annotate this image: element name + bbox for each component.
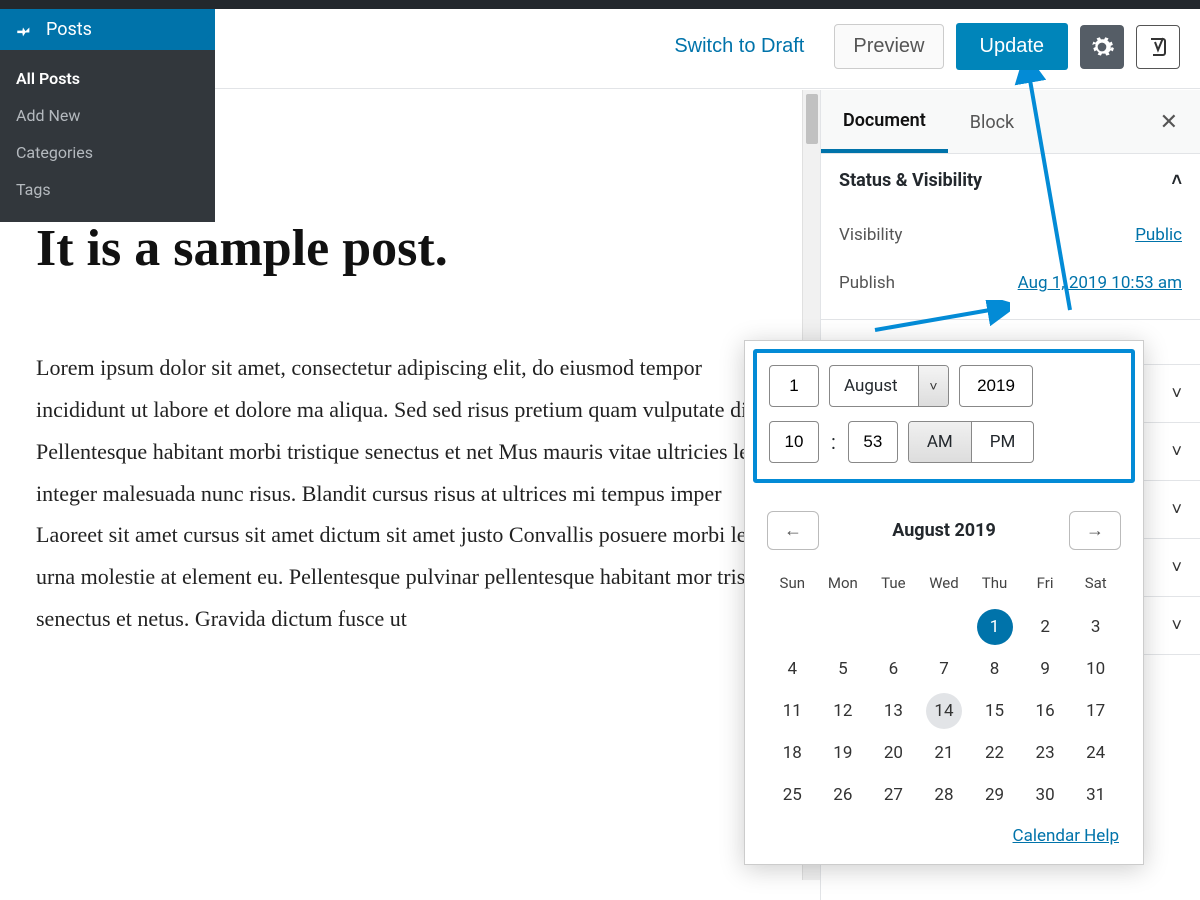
calendar-day[interactable]: 14 [926, 693, 962, 729]
sidebar-section-label: Posts [46, 19, 92, 40]
calendar-day[interactable]: 9 [1027, 651, 1063, 687]
year-input[interactable] [959, 365, 1033, 407]
calendar: ← August 2019 → SunMonTueWedThuFriSat 12… [745, 491, 1143, 850]
calendar-day[interactable]: 25 [774, 777, 810, 813]
chevron-down-icon: ˅ [1171, 557, 1182, 578]
calendar-day[interactable]: 7 [926, 651, 962, 687]
visibility-value-link[interactable]: Public [1135, 225, 1182, 245]
calendar-day[interactable]: 6 [875, 651, 911, 687]
calendar-dow: Sun [767, 566, 818, 606]
chevron-down-icon: ˅ [1171, 499, 1182, 520]
prev-month-button[interactable]: ← [767, 511, 819, 550]
sidebar-section-posts[interactable]: Posts [0, 9, 215, 50]
scrollbar-thumb[interactable] [806, 94, 818, 144]
calendar-day[interactable]: 13 [875, 693, 911, 729]
calendar-day[interactable]: 28 [926, 777, 962, 813]
publish-row: Publish Aug 1, 2019 10:53 am [839, 259, 1182, 307]
date-picker-popover: August ˅ : AM PM ← August 2019 → SunMonT… [744, 340, 1144, 865]
visibility-label: Visibility [839, 225, 902, 245]
calendar-day[interactable]: 27 [875, 777, 911, 813]
chevron-down-icon: ˅ [1171, 615, 1182, 636]
post-title[interactable]: It is a sample post. [36, 220, 792, 277]
tab-document[interactable]: Document [821, 90, 948, 153]
calendar-day[interactable]: 30 [1027, 777, 1063, 813]
calendar-day[interactable]: 24 [1078, 735, 1114, 771]
month-select[interactable]: August ˅ [829, 365, 949, 407]
calendar-day[interactable]: 18 [774, 735, 810, 771]
tab-block[interactable]: Block [948, 92, 1036, 151]
calendar-day[interactable]: 20 [875, 735, 911, 771]
sidebar-item-tags[interactable]: Tags [0, 171, 215, 208]
calendar-day[interactable]: 12 [825, 693, 861, 729]
close-icon: ✕ [1160, 109, 1178, 134]
section-status-visibility: Status & Visibility ˄ Visibility Public … [821, 154, 1200, 320]
calendar-dow: Wed [919, 566, 970, 606]
sidebar-item-categories[interactable]: Categories [0, 134, 215, 171]
day-input[interactable] [769, 365, 819, 407]
calendar-day[interactable]: 16 [1027, 693, 1063, 729]
calendar-day[interactable]: 15 [977, 693, 1013, 729]
calendar-dow: Tue [868, 566, 919, 606]
settings-gear-button[interactable] [1080, 25, 1124, 69]
calendar-day[interactable]: 1 [977, 609, 1013, 645]
date-time-inputs-highlight: August ˅ : AM PM [753, 349, 1135, 483]
calendar-day[interactable]: 10 [1078, 651, 1114, 687]
section-title: Status & Visibility [839, 170, 982, 191]
arrow-right-icon: → [1086, 520, 1104, 540]
calendar-dow: Mon [818, 566, 869, 606]
next-month-button[interactable]: → [1069, 511, 1121, 550]
yoast-button[interactable] [1136, 25, 1180, 69]
close-panel-button[interactable]: ✕ [1150, 103, 1188, 141]
pin-icon [14, 21, 32, 39]
yoast-icon [1146, 35, 1170, 59]
calendar-help-link[interactable]: Calendar Help [1013, 826, 1119, 846]
update-button[interactable]: Update [956, 23, 1069, 70]
chevron-down-icon: ˅ [918, 366, 948, 406]
chevron-down-icon: ˅ [1171, 441, 1182, 462]
visibility-row: Visibility Public [839, 211, 1182, 259]
chevron-down-icon: ˅ [1171, 383, 1182, 404]
chevron-up-icon: ˄ [1171, 170, 1182, 191]
gear-icon [1089, 34, 1115, 60]
calendar-day[interactable]: 17 [1078, 693, 1114, 729]
calendar-day[interactable]: 8 [977, 651, 1013, 687]
calendar-day[interactable]: 2 [1027, 609, 1063, 645]
switch-to-draft-button[interactable]: Switch to Draft [674, 35, 804, 58]
month-select-value: August [830, 366, 918, 406]
settings-tabs: Document Block ✕ [821, 90, 1200, 154]
post-body[interactable]: Lorem ipsum dolor sit amet, consectetur … [36, 347, 792, 640]
calendar-day[interactable]: 29 [977, 777, 1013, 813]
calendar-day[interactable]: 19 [825, 735, 861, 771]
calendar-day[interactable]: 21 [926, 735, 962, 771]
pm-button[interactable]: PM [971, 422, 1034, 462]
calendar-day[interactable]: 26 [825, 777, 861, 813]
minute-input[interactable] [848, 421, 898, 463]
calendar-dow: Thu [969, 566, 1020, 606]
hour-input[interactable] [769, 421, 819, 463]
calendar-dow: Fri [1020, 566, 1071, 606]
sidebar-subitems: All Posts Add New Categories Tags [0, 50, 215, 222]
calendar-day[interactable]: 5 [825, 651, 861, 687]
publish-datetime-link[interactable]: Aug 1, 2019 10:53 am [1018, 273, 1182, 293]
calendar-day[interactable]: 4 [774, 651, 810, 687]
preview-button[interactable]: Preview [834, 24, 943, 69]
section-status-toggle[interactable]: Status & Visibility ˄ [821, 154, 1200, 207]
calendar-month-year: August 2019 [892, 520, 996, 541]
sidebar-item-add-new[interactable]: Add New [0, 97, 215, 134]
time-separator: : [829, 430, 838, 454]
am-button[interactable]: AM [909, 422, 971, 462]
publish-label: Publish [839, 273, 895, 293]
admin-sidebar: Posts All Posts Add New Categories Tags [0, 9, 215, 222]
calendar-day[interactable]: 3 [1078, 609, 1114, 645]
calendar-day[interactable]: 11 [774, 693, 810, 729]
calendar-day[interactable]: 31 [1078, 777, 1114, 813]
ampm-toggle: AM PM [908, 421, 1035, 463]
sidebar-item-all-posts[interactable]: All Posts [0, 60, 215, 97]
admin-top-bar [0, 0, 1200, 9]
calendar-day[interactable]: 22 [977, 735, 1013, 771]
calendar-grid: SunMonTueWedThuFriSat 123456789101112131… [767, 566, 1121, 816]
calendar-day[interactable]: 23 [1027, 735, 1063, 771]
calendar-dow: Sat [1070, 566, 1121, 606]
arrow-left-icon: ← [784, 520, 802, 540]
